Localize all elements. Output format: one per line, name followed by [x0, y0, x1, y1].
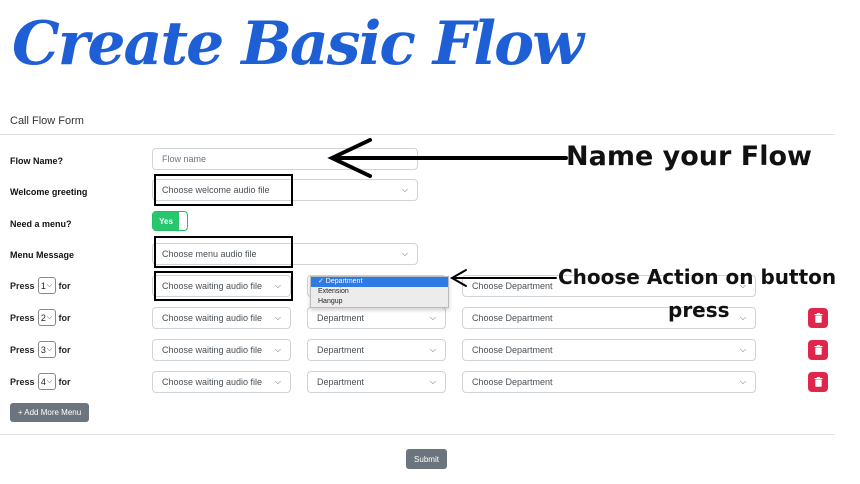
- waiting-audio-select[interactable]: Choose waiting audio file ⌵: [152, 371, 291, 393]
- chevron-down-icon: ⌵: [46, 377, 53, 385]
- trash-icon: [814, 377, 822, 387]
- choose-action-callout-line2: press: [668, 298, 730, 322]
- action-option-hangup[interactable]: Hangup: [311, 297, 448, 307]
- menu-audio-value: Choose menu audio file: [162, 249, 257, 259]
- press-label: Press 2 ⌵ for: [10, 309, 71, 326]
- action-select[interactable]: Department ⌵: [307, 371, 446, 393]
- flow-name-input[interactable]: Flow name: [152, 148, 418, 170]
- press-prefix: Press: [10, 376, 35, 387]
- department-select[interactable]: Choose Department ⌵: [462, 371, 756, 393]
- delete-row-button[interactable]: [808, 308, 828, 328]
- trash-icon: [814, 313, 822, 323]
- press-label: Press 1 ⌵ for: [10, 277, 71, 294]
- form-header: Call Flow Form: [10, 115, 84, 127]
- chevron-down-icon: ⌵: [739, 313, 746, 322]
- chevron-down-icon: ⌵: [46, 281, 53, 289]
- menu-audio-select[interactable]: Choose menu audio file ⌵: [152, 243, 418, 265]
- department-value: Choose Department: [472, 345, 553, 355]
- press-key-select[interactable]: 3 ⌵: [37, 341, 56, 358]
- press-suffix: for: [58, 280, 71, 291]
- welcome-audio-select[interactable]: Choose welcome audio file ⌵: [152, 179, 418, 201]
- footer-divider: [0, 434, 835, 435]
- chevron-down-icon: ⌵: [739, 345, 746, 354]
- press-key-value: 1: [40, 280, 46, 291]
- trash-icon: [814, 345, 822, 355]
- welcome-audio-value: Choose welcome audio file: [162, 185, 270, 195]
- press-label: Press 3 ⌵ for: [10, 341, 71, 358]
- toggle-yes-label: Yes: [153, 212, 179, 230]
- menu-message-label: Menu Message: [10, 250, 75, 260]
- action-select[interactable]: Department ⌵: [307, 339, 446, 361]
- press-prefix: Press: [10, 312, 35, 323]
- press-key-select[interactable]: 2 ⌵: [37, 309, 56, 326]
- need-menu-toggle[interactable]: Yes: [152, 211, 188, 231]
- press-key-select[interactable]: 4 ⌵: [37, 373, 56, 390]
- flow-name-label: Flow Name?: [10, 156, 64, 166]
- header-divider: [0, 134, 835, 135]
- chevron-down-icon: ⌵: [274, 281, 281, 290]
- waiting-audio-value: Choose waiting audio file: [162, 313, 263, 323]
- chevron-down-icon: ⌵: [401, 249, 408, 258]
- department-value: Choose Department: [472, 313, 553, 323]
- chevron-down-icon: ⌵: [429, 377, 436, 386]
- delete-row-button[interactable]: [808, 372, 828, 392]
- action-select[interactable]: Department ⌵: [307, 307, 446, 329]
- chevron-down-icon: ⌵: [274, 377, 281, 386]
- waiting-audio-select[interactable]: Choose waiting audio file ⌵: [152, 339, 291, 361]
- department-value: Choose Department: [472, 281, 553, 291]
- chevron-down-icon: ⌵: [274, 345, 281, 354]
- action-value: Department: [317, 313, 365, 323]
- need-menu-label: Need a menu?: [10, 219, 72, 229]
- choose-action-callout-line1: Choose Action on button: [558, 265, 837, 289]
- press-key-value: 4: [40, 376, 46, 387]
- chevron-down-icon: ⌵: [429, 345, 436, 354]
- page-hero-title: Create Basic Flow: [12, 9, 584, 79]
- press-suffix: for: [58, 376, 71, 387]
- chevron-down-icon: ⌵: [429, 313, 436, 322]
- chevron-down-icon: ⌵: [46, 345, 53, 353]
- flow-name-placeholder: Flow name: [162, 154, 207, 164]
- waiting-audio-select[interactable]: Choose waiting audio file ⌵: [152, 307, 291, 329]
- submit-button[interactable]: Submit: [406, 449, 447, 469]
- action-value: Department: [317, 345, 365, 355]
- department-value: Choose Department: [472, 377, 553, 387]
- waiting-audio-select[interactable]: Choose waiting audio file ⌵: [152, 275, 291, 297]
- waiting-audio-value: Choose waiting audio file: [162, 281, 263, 291]
- press-key-value: 3: [40, 344, 46, 355]
- press-suffix: for: [58, 344, 71, 355]
- waiting-audio-value: Choose waiting audio file: [162, 377, 263, 387]
- delete-row-button[interactable]: [808, 340, 828, 360]
- chevron-down-icon: ⌵: [739, 377, 746, 386]
- welcome-greeting-label: Welcome greeting: [10, 187, 88, 197]
- action-options-list[interactable]: ✓ Department Extension Hangup: [310, 276, 449, 308]
- chevron-down-icon: ⌵: [401, 185, 408, 194]
- add-more-menu-button[interactable]: + Add More Menu: [10, 403, 89, 422]
- action-option-department[interactable]: ✓ Department: [311, 277, 448, 287]
- department-select[interactable]: Choose Department ⌵: [462, 339, 756, 361]
- name-flow-callout: Name your Flow: [566, 141, 812, 172]
- waiting-audio-value: Choose waiting audio file: [162, 345, 263, 355]
- press-prefix: Press: [10, 344, 35, 355]
- press-label: Press 4 ⌵ for: [10, 373, 71, 390]
- action-option-extension[interactable]: Extension: [311, 287, 448, 297]
- press-key-value: 2: [40, 312, 46, 323]
- chevron-down-icon: ⌵: [46, 313, 53, 321]
- press-suffix: for: [58, 312, 71, 323]
- press-prefix: Press: [10, 280, 35, 291]
- press-key-select[interactable]: 1 ⌵: [37, 277, 56, 294]
- action-value: Department: [317, 377, 365, 387]
- chevron-down-icon: ⌵: [274, 313, 281, 322]
